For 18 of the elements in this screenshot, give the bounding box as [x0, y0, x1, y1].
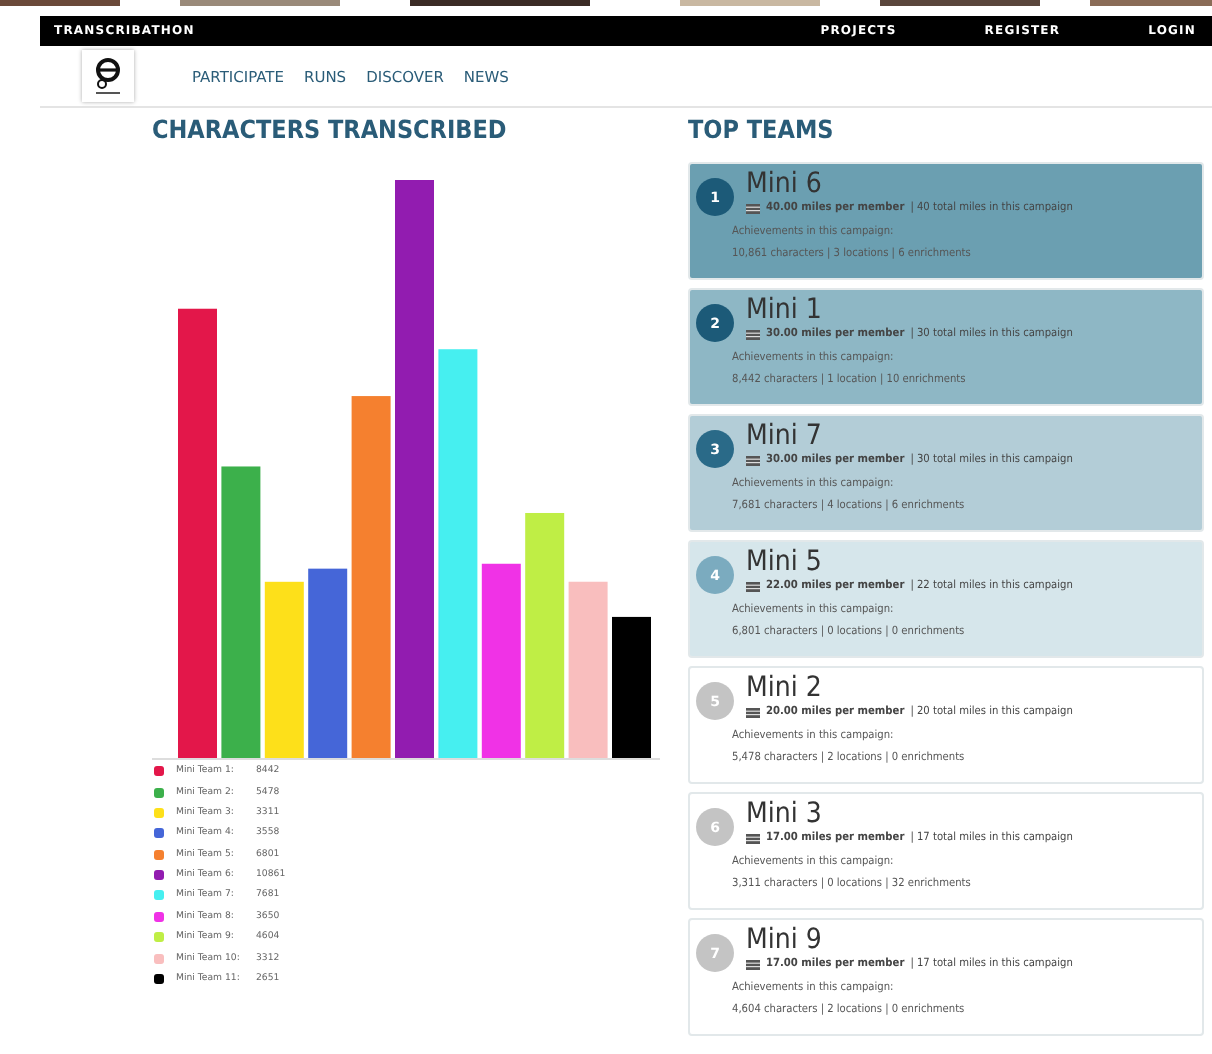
flag-icon — [746, 329, 760, 339]
flag-icon — [746, 707, 760, 717]
flag-icon — [746, 203, 760, 213]
chart-bar — [612, 616, 651, 758]
flag-icon — [746, 833, 760, 843]
logo-icon[interactable] — [82, 50, 134, 102]
flag-icon — [746, 455, 760, 465]
team-name: Mini 2 — [746, 674, 822, 704]
team-name: Mini 9 — [746, 926, 822, 956]
team-name: Mini 3 — [746, 800, 822, 830]
flag-icon — [746, 581, 760, 591]
team-name: Mini 1 — [746, 296, 822, 326]
team-name: Mini 7 — [746, 422, 822, 452]
section-title: TOP TEAMS — [688, 114, 834, 144]
flag-icon — [746, 959, 760, 969]
team-name: Mini 5 — [746, 548, 822, 578]
section-title: CHARACTERS TRANSCRIBED — [152, 114, 507, 144]
team-name: Mini 6 — [746, 170, 822, 200]
